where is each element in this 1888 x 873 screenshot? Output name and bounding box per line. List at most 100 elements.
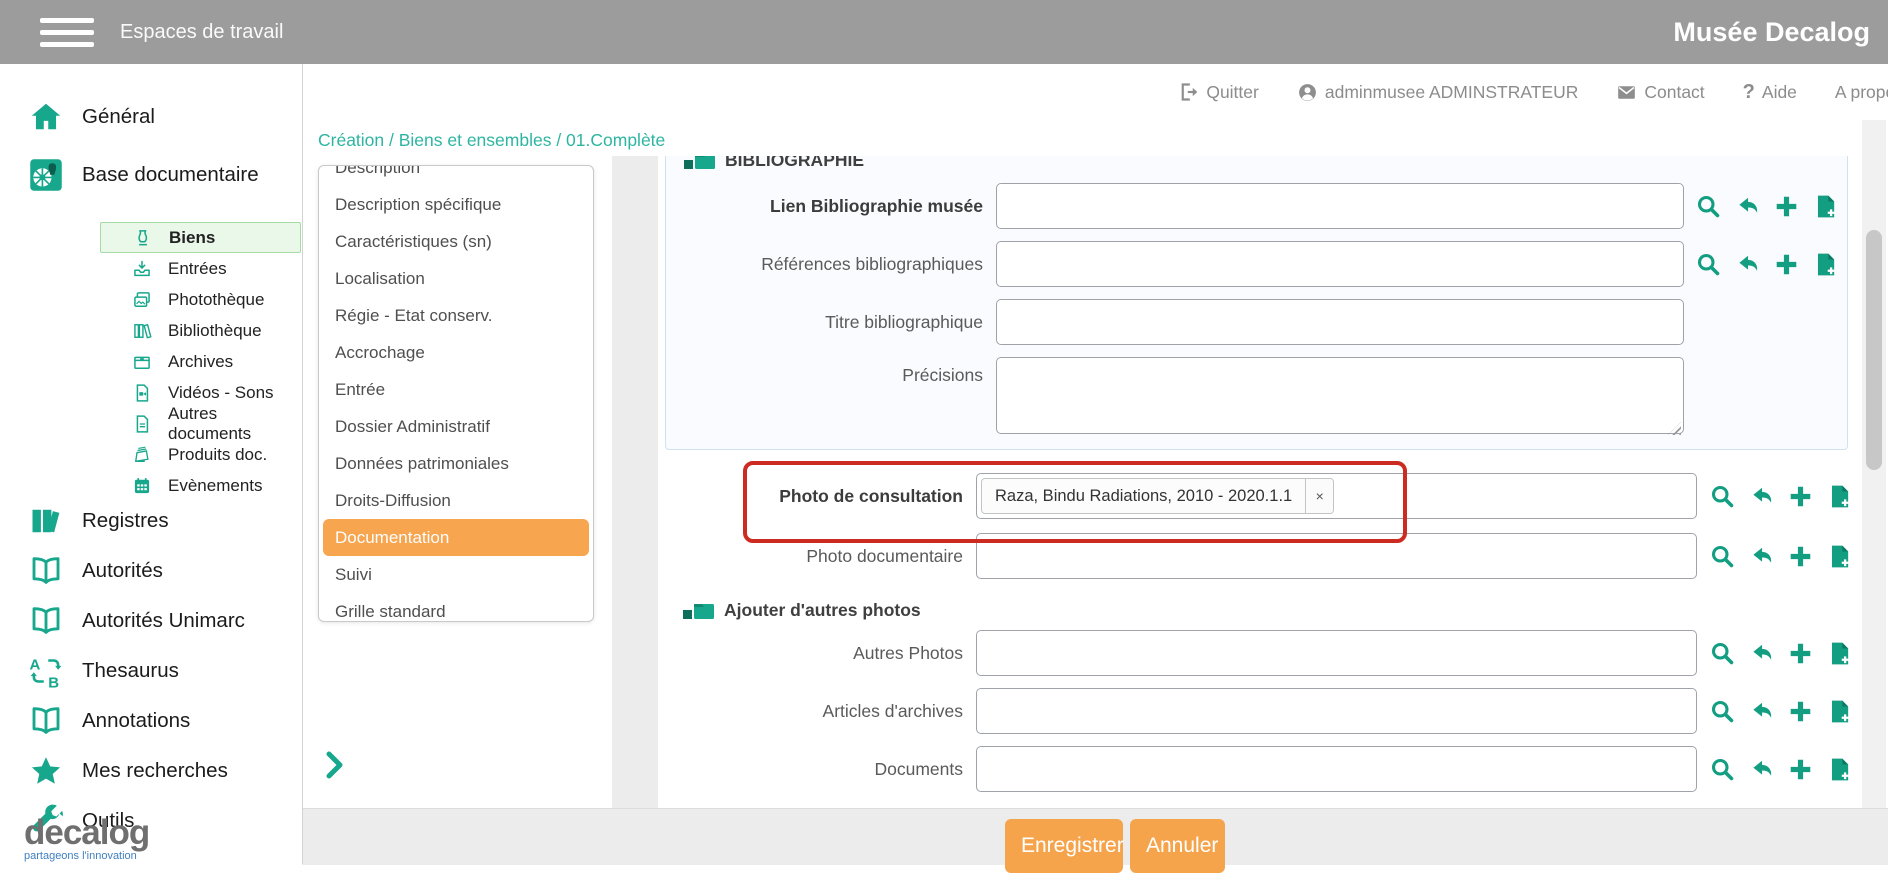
new-document-button[interactable]: [1826, 543, 1853, 570]
precisions-textarea[interactable]: [996, 357, 1684, 434]
undo-icon: [1748, 483, 1775, 510]
undo-button[interactable]: [1734, 193, 1761, 220]
sidebar-subitem-archives[interactable]: Archives: [100, 346, 301, 377]
new-document-button[interactable]: [1812, 251, 1839, 278]
undo-button[interactable]: [1734, 251, 1761, 278]
documents-input[interactable]: [976, 746, 1697, 792]
section-tab-accrochage[interactable]: Accrochage: [323, 334, 589, 371]
add-icon: [1787, 483, 1814, 510]
header-link-user-menu[interactable]: adminmusee ADMINSTRATEUR: [1297, 82, 1579, 103]
search-button[interactable]: [1709, 698, 1736, 725]
photo-documentaire-input[interactable]: [976, 533, 1697, 579]
remove-chip-button[interactable]: ×: [1305, 479, 1333, 513]
new-document-button[interactable]: [1826, 698, 1853, 725]
add-button[interactable]: [1773, 193, 1800, 220]
undo-icon: [1748, 543, 1775, 570]
app-title: Musée Decalog: [1673, 17, 1870, 48]
section-tab-documentation[interactable]: Documentation: [323, 519, 589, 556]
menu-icon[interactable]: [40, 11, 94, 54]
sidebar-item-annotations[interactable]: Annotations: [0, 696, 301, 746]
field-actions: [1709, 756, 1853, 783]
section-tab-entree[interactable]: Entrée: [323, 371, 589, 408]
sidebar-item-base-documentaire[interactable]: Base documentaire: [0, 150, 301, 200]
save-button[interactable]: Enregistrer: [1005, 819, 1123, 873]
section-tab-droits-diffusion[interactable]: Droits-Diffusion: [323, 482, 589, 519]
photos-icon: [132, 290, 152, 310]
sidebar-subitem-bibliotheque[interactable]: Bibliothèque: [100, 315, 301, 346]
section-tab-description-specifique[interactable]: Description spécifique: [323, 186, 589, 223]
undo-button[interactable]: [1748, 543, 1775, 570]
search-button[interactable]: [1709, 543, 1736, 570]
form-row-precisions: Précisions: [678, 357, 1847, 439]
expand-panel-chevron-icon[interactable]: [324, 750, 346, 785]
search-button[interactable]: [1695, 193, 1722, 220]
references-bibliographiques-input[interactable]: [996, 241, 1684, 287]
undo-button[interactable]: [1748, 756, 1775, 783]
add-button[interactable]: [1787, 698, 1814, 725]
header-link-a-propos[interactable]: A propos: [1835, 82, 1888, 103]
section-tab-dossier-administratif[interactable]: Dossier Administratif: [323, 408, 589, 445]
add-button[interactable]: [1787, 756, 1814, 783]
scrollbar-thumb[interactable]: [1866, 230, 1882, 470]
search-button[interactable]: [1709, 756, 1736, 783]
titre-bibliographique-input[interactable]: [996, 299, 1684, 345]
user-icon: [1297, 82, 1318, 103]
cancel-button[interactable]: Annuler: [1130, 819, 1225, 873]
section-tab-donnees-patrimoniales[interactable]: Données patrimoniales: [323, 445, 589, 482]
autres-photos-input[interactable]: [976, 630, 1697, 676]
add-button[interactable]: [1787, 483, 1814, 510]
search-icon: [1695, 193, 1722, 220]
field-label: Documents: [677, 759, 963, 780]
sidebar-subitem-phototheque[interactable]: Photothèque: [100, 284, 301, 315]
undo-icon: [1734, 193, 1761, 220]
vertical-scrollbar[interactable]: [1862, 120, 1886, 808]
section-tab-regie-etat-conserv[interactable]: Régie - Etat conserv.: [323, 297, 589, 334]
sidebar-item-mes-recherches[interactable]: Mes recherches: [0, 746, 301, 796]
sidebar-item-registres[interactable]: Registres: [0, 496, 301, 546]
add-icon: [1787, 640, 1814, 667]
undo-button[interactable]: [1748, 640, 1775, 667]
sidebar-item-thesaurus[interactable]: ABThesaurus: [0, 646, 301, 696]
search-button[interactable]: [1709, 640, 1736, 667]
section-tab-suivi[interactable]: Suivi: [323, 556, 589, 593]
search-button[interactable]: [1695, 251, 1722, 278]
sidebar-item-autorites-unimarc[interactable]: Autorités Unimarc: [0, 596, 301, 646]
database-icon: [28, 157, 64, 193]
registers-icon: [28, 503, 64, 539]
new-document-button[interactable]: [1826, 640, 1853, 667]
add-icon: [1773, 251, 1800, 278]
section-tab-description[interactable]: Description: [323, 165, 589, 186]
add-button[interactable]: [1787, 640, 1814, 667]
sidebar-item-general[interactable]: Général: [0, 92, 301, 142]
field-label: Références bibliographiques: [678, 254, 983, 275]
search-icon: [1695, 251, 1722, 278]
form-row-titre-bibliographique: Titre bibliographique: [678, 299, 1847, 345]
photo-de-consultation-input[interactable]: Raza, Bindu Radiations, 2010 - 2020.1.1 …: [976, 473, 1697, 519]
sidebar-subitem-entrees[interactable]: Entrées: [100, 253, 301, 284]
articles-d-archives-input[interactable]: [976, 688, 1697, 734]
form-row-autres-photos: Autres Photos: [677, 630, 1853, 676]
undo-button[interactable]: [1748, 698, 1775, 725]
lien-bibliographie-musee-input[interactable]: [996, 183, 1684, 229]
new-document-button[interactable]: [1826, 483, 1853, 510]
add-button[interactable]: [1787, 543, 1814, 570]
header-link-contact[interactable]: Contact: [1616, 82, 1704, 103]
sidebar-item-autorites[interactable]: Autorités: [0, 546, 301, 596]
section-tab-grille-standard[interactable]: Grille standard: [323, 593, 589, 622]
video-file-icon: [132, 383, 152, 403]
header-link-quitter[interactable]: Quitter: [1179, 82, 1259, 103]
header-link-label: Quitter: [1206, 82, 1259, 103]
sidebar-subitem-autres-documents[interactable]: Autres documents: [100, 408, 301, 439]
section-tab-caracteristiques-sn[interactable]: Caractéristiques (sn): [323, 223, 589, 260]
add-button[interactable]: [1773, 251, 1800, 278]
search-button[interactable]: [1709, 483, 1736, 510]
header-link-aide[interactable]: ?Aide: [1743, 81, 1797, 104]
sidebar-subitem-produits-doc[interactable]: Produits doc.: [100, 439, 301, 470]
sidebar-subitem-biens[interactable]: Biens: [100, 222, 301, 253]
undo-button[interactable]: [1748, 483, 1775, 510]
new-document-icon: [1826, 756, 1853, 783]
header-links: Quitter adminmusee ADMINSTRATEUR Contact ?A…: [302, 64, 1888, 120]
new-document-button[interactable]: [1826, 756, 1853, 783]
section-tab-localisation[interactable]: Localisation: [323, 260, 589, 297]
new-document-button[interactable]: [1812, 193, 1839, 220]
